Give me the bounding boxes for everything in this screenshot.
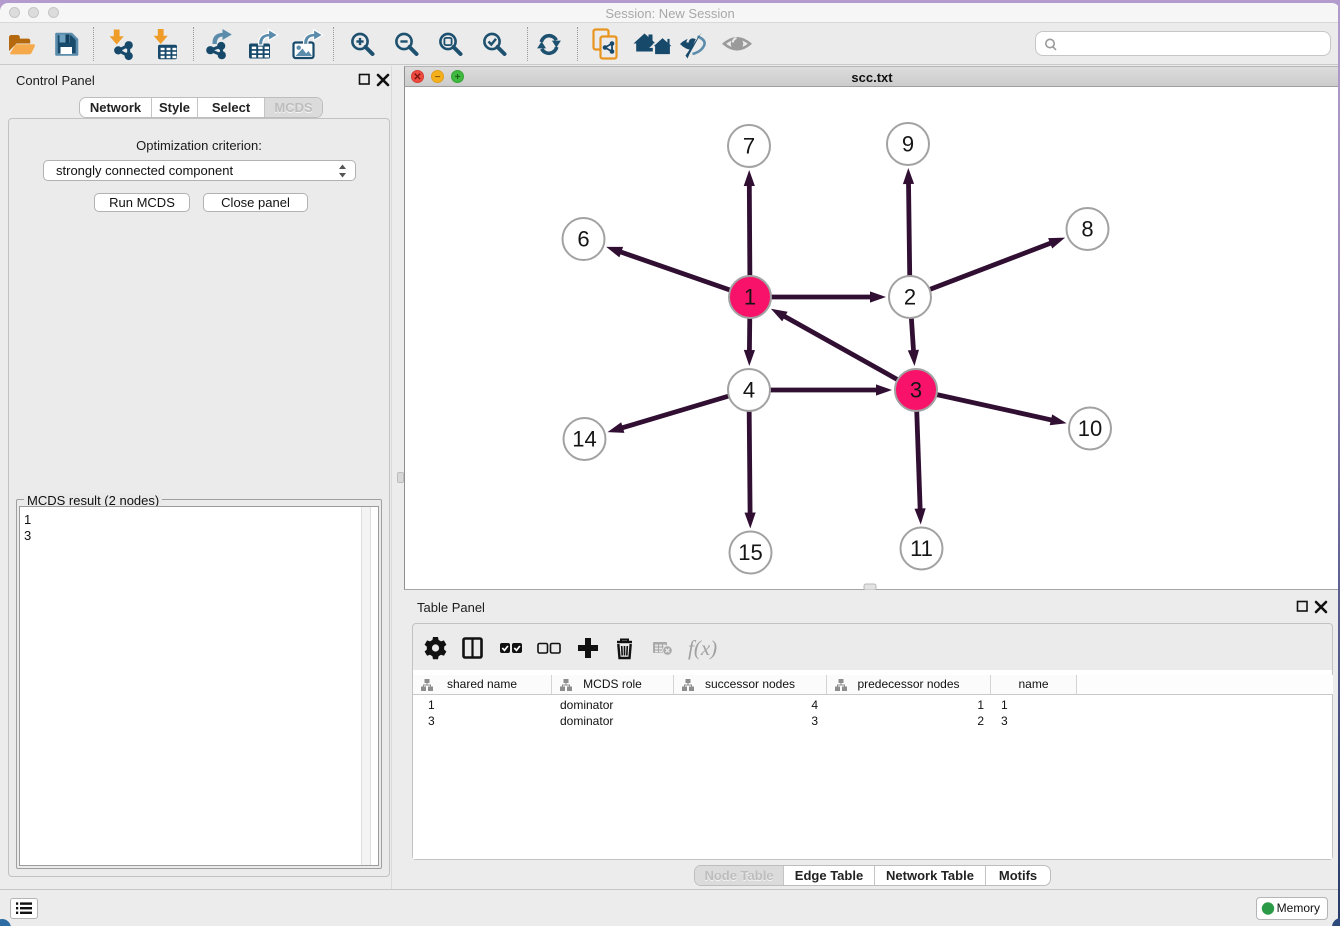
svg-text:4: 4: [743, 378, 755, 403]
svg-text:10: 10: [1078, 416, 1102, 441]
svg-text:1: 1: [744, 285, 756, 310]
svg-text:11: 11: [910, 536, 933, 561]
svg-text:f(x): f(x): [688, 636, 717, 660]
svg-text:15: 15: [738, 540, 762, 565]
svg-text:2: 2: [904, 285, 916, 310]
svg-text:14: 14: [572, 427, 596, 452]
svg-text:7: 7: [743, 134, 755, 159]
svg-text:9: 9: [902, 132, 914, 157]
svg-text:3: 3: [910, 378, 922, 403]
svg-text:6: 6: [577, 227, 589, 252]
svg-text:8: 8: [1081, 217, 1093, 242]
